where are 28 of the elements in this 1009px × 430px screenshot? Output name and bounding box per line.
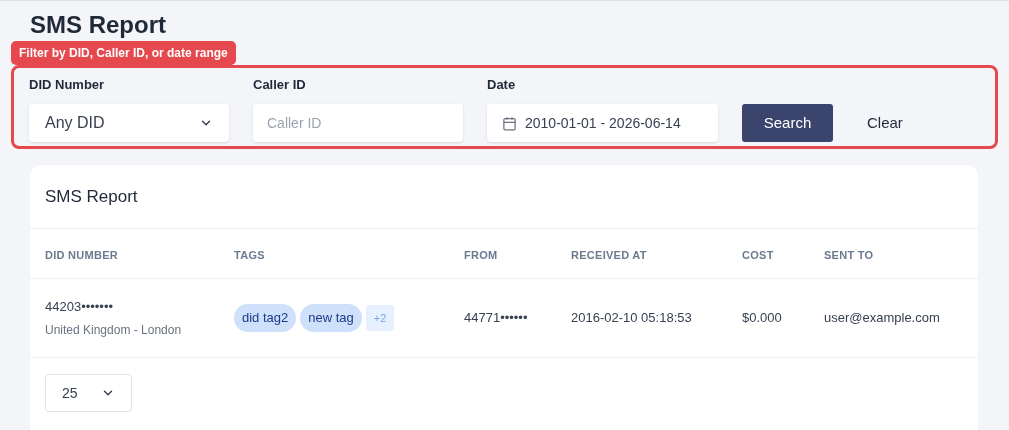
location-text: United Kingdom - London [45, 322, 183, 340]
field-label: DID Number [29, 75, 106, 94]
tag-chip: did tag2 [234, 304, 297, 332]
column-header: FROM [464, 248, 498, 261]
column-header: RECEIVED AT [571, 248, 647, 261]
date-range-field[interactable]: 2010-01-01 - 2026-06-14 [487, 104, 718, 142]
per-page-select[interactable]: 25 [45, 374, 132, 412]
table-cell-text: 44203••••••• [45, 297, 114, 316]
column-header: DID NUMBER [45, 248, 119, 261]
column-header: COST [742, 248, 774, 261]
search-button[interactable]: Search [742, 104, 833, 142]
caller-id-field[interactable]: Caller ID [253, 104, 463, 142]
table-cell: user@example.com [824, 310, 940, 326]
card-title: SMS Report [45, 185, 138, 208]
table-cell: $0.000 [742, 310, 782, 326]
annotation-label: Filter by DID, Caller ID, or date range [11, 41, 236, 65]
column-header: SENT TO [824, 248, 874, 261]
field-label: Caller ID [253, 75, 307, 94]
field-label: Date [487, 75, 517, 94]
table-cell: 2016-02-10 05:18:53 [571, 310, 692, 326]
more-tags-chip: +2 [365, 304, 395, 332]
clear-button[interactable]: Clear [857, 104, 913, 142]
column-header: TAGS [234, 248, 265, 261]
tag-chip: new tag [300, 304, 362, 332]
page-title: SMS Report [30, 11, 167, 39]
table-cell: 44771•••••• [464, 310, 528, 326]
calendar-icon [502, 115, 517, 131]
did-select[interactable]: Any DID [29, 104, 229, 142]
